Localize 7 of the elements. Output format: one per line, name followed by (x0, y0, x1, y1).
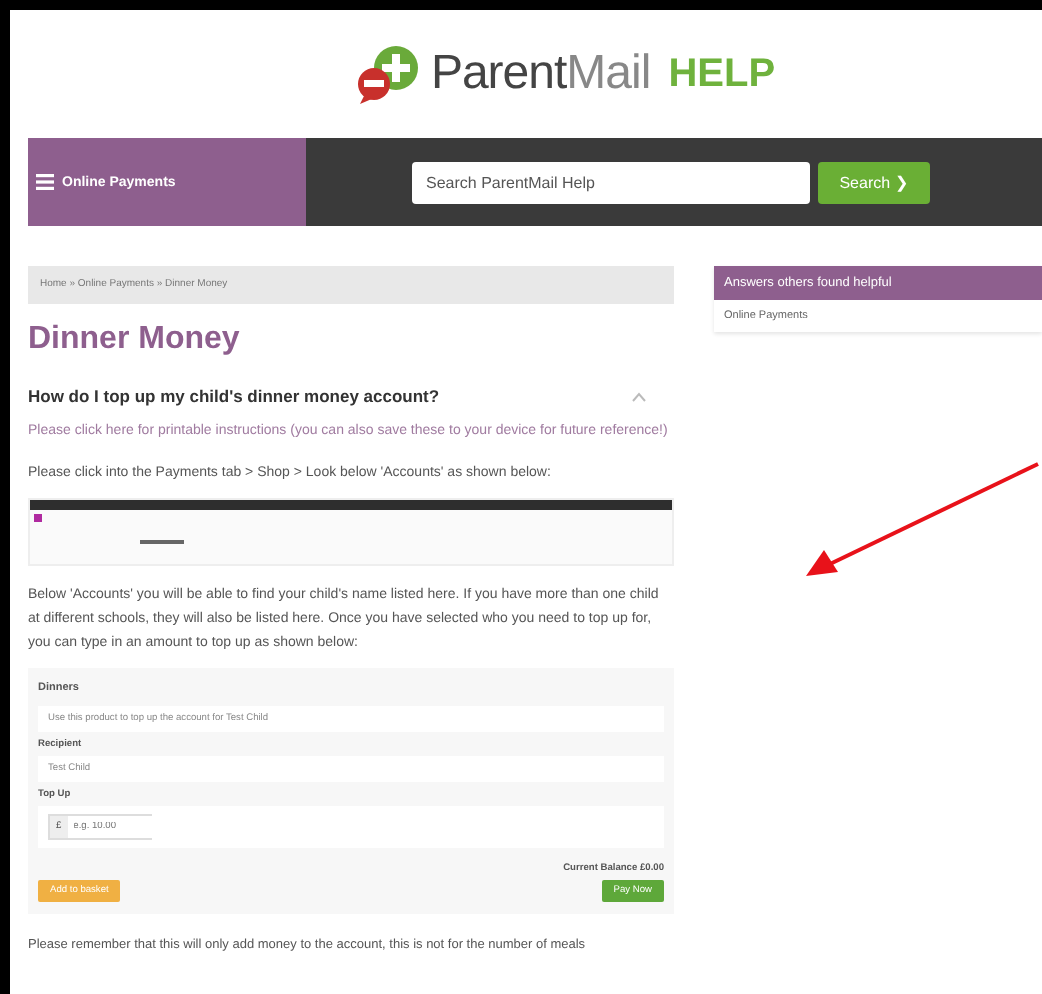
question-header[interactable]: How do I top up my child's dinner money account? (28, 386, 674, 406)
search-field[interactable]: Search ParentMail Help (412, 161, 810, 203)
logo-text: ParentMail (430, 46, 651, 102)
logo-suffix: HELP (668, 51, 776, 97)
menu-icon (36, 174, 54, 190)
search-button[interactable]: Search ❯ (818, 161, 930, 203)
page-title: Dinner Money (28, 322, 242, 358)
